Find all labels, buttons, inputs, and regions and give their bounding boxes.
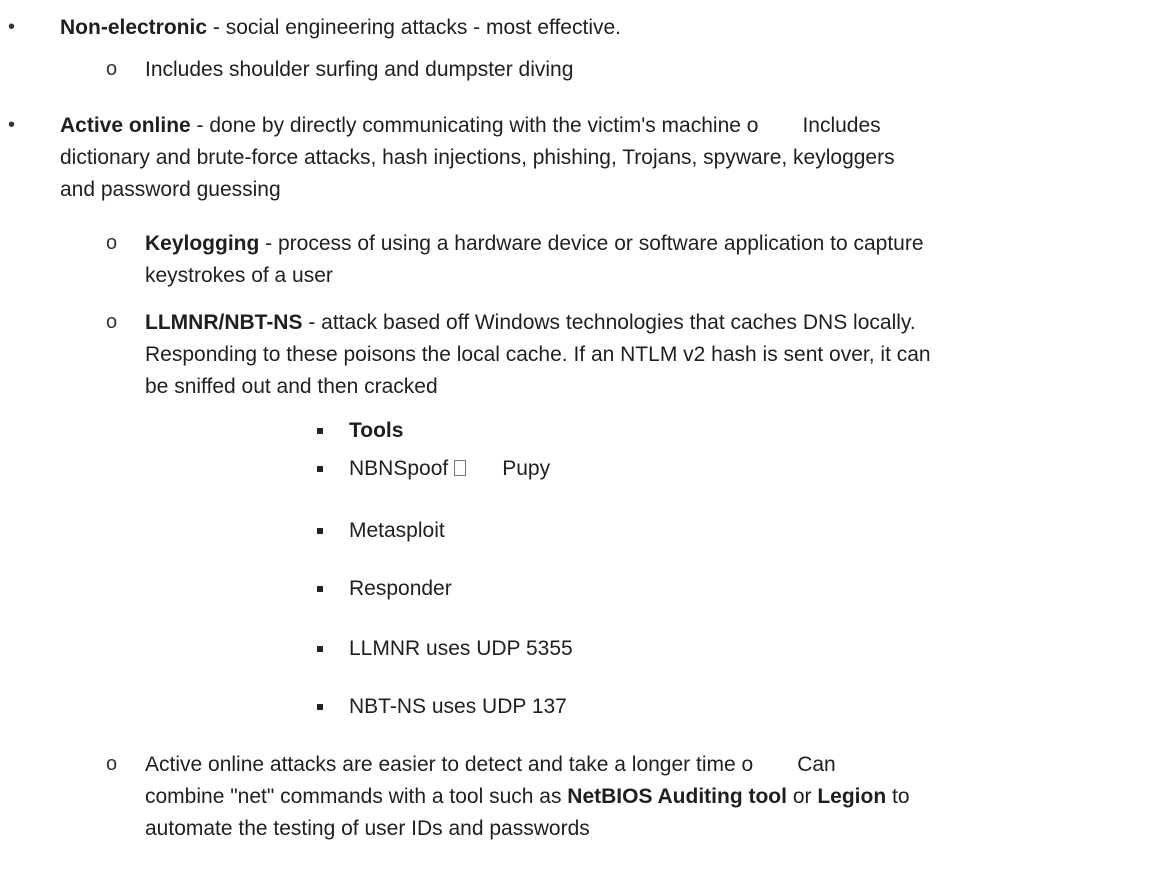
text-line: and password guessing <box>60 178 281 201</box>
tools-heading: Tools <box>349 419 404 442</box>
text-segment: or <box>786 785 818 808</box>
term-description: - process of using a hardware device or … <box>259 232 924 255</box>
circle-marker: o <box>106 232 118 254</box>
list-item: Responder <box>349 577 452 600</box>
square-marker <box>317 428 323 434</box>
list-item: Non-electronic - social engineering atta… <box>60 12 621 43</box>
bullet-marker: • <box>8 114 16 136</box>
tool-nbnspoof: NBNSpoof <box>349 457 449 480</box>
tool-pupy: Pupy <box>502 457 551 480</box>
text-line: combine "net" commands with a tool such … <box>145 781 910 812</box>
text-segment: to <box>886 785 910 808</box>
list-item: LLMNR uses UDP 5355 <box>349 637 573 660</box>
term-description: - attack based off Windows technologies … <box>302 311 916 334</box>
list-item: Tools <box>349 415 403 446</box>
term-llmnr: LLMNR/NBT-NS <box>145 311 303 334</box>
term-netbios-auditing-tool: NetBIOS Auditing tool <box>567 785 787 808</box>
text-line: be sniffed out and then cracked <box>145 375 438 398</box>
list-item: Keylogging - process of using a hardware… <box>145 228 924 259</box>
text-line: dictionary and brute-force attacks, hash… <box>60 146 895 169</box>
list-item: Includes shoulder surfing and dumpster d… <box>145 58 574 81</box>
circle-marker: o <box>106 58 118 80</box>
bullet-marker: • <box>8 16 16 38</box>
square-marker <box>317 466 323 472</box>
list-item: Metasploit <box>349 519 445 542</box>
list-item: NBT-NS uses UDP 137 <box>349 695 567 718</box>
missing-glyph-icon <box>454 460 467 476</box>
document-page: { "items": { "nonelectronic": { "term": … <box>0 0 1153 871</box>
includes-text: Includes <box>802 114 881 137</box>
term-non-electronic: Non-electronic <box>60 16 208 39</box>
text-line: automate the testing of user IDs and pas… <box>145 817 590 840</box>
list-item: LLMNR/NBT-NS - attack based off Windows … <box>145 307 916 338</box>
square-marker <box>317 704 323 710</box>
text-line: keystrokes of a user <box>145 264 333 287</box>
list-item: NBNSpoof Pupy <box>349 453 550 484</box>
text-line: Responding to these poisons the local ca… <box>145 343 931 366</box>
term-legion: Legion <box>817 785 887 808</box>
square-marker <box>317 646 323 652</box>
term-description: - done by directly communicating with th… <box>190 114 747 137</box>
list-item: Active online - done by directly communi… <box>60 110 881 141</box>
square-marker <box>317 586 323 592</box>
text-segment: combine "net" commands with a tool such … <box>145 785 568 808</box>
text-line: Active online attacks are easier to dete… <box>145 753 742 776</box>
inline-circle-marker: o <box>746 114 759 137</box>
term-description: - social engineering attacks - most effe… <box>207 16 622 39</box>
term-active-online: Active online <box>60 114 191 137</box>
list-item: Active online attacks are easier to dete… <box>145 749 836 780</box>
circle-marker: o <box>106 753 118 775</box>
can-text: Can <box>797 753 836 776</box>
circle-marker: o <box>106 311 118 333</box>
inline-circle-marker: o <box>741 753 754 776</box>
square-marker <box>317 528 323 534</box>
term-keylogging: Keylogging <box>145 232 260 255</box>
